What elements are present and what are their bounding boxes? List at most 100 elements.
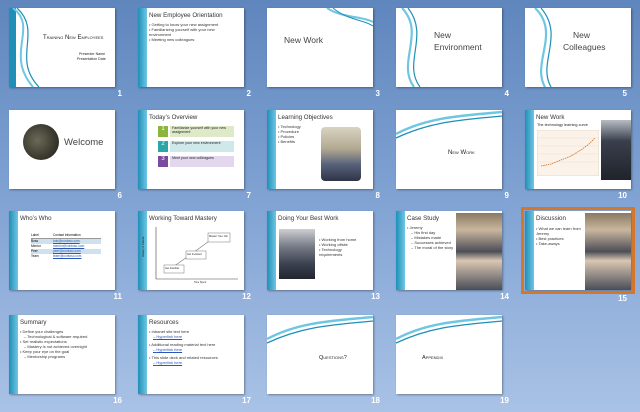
slide-thumbnail-10[interactable]: New Work The technology learning curve [525, 110, 631, 189]
step-box: 2 [158, 141, 168, 152]
slide-thumbnail-15[interactable]: Discussion What we can learn from Jeremy… [521, 207, 635, 294]
bullet-item: Mentorship programs [20, 354, 87, 359]
bullet-list: Working from home Working offsite Techno… [319, 237, 365, 257]
slide-title: Discussion [536, 215, 566, 222]
teal-side-stripe [267, 110, 276, 189]
slide-thumbnail-2[interactable]: New Employee Orientation Getting to know… [138, 8, 244, 87]
slide-number: 10 [618, 191, 627, 200]
bullet-item: Meeting new colleagues [149, 37, 233, 42]
slide-title: Welcome [64, 137, 104, 148]
slide-thumbnail-18[interactable]: Questions? [267, 315, 373, 394]
slide-number: 3 [375, 89, 380, 98]
teal-side-stripe [138, 8, 147, 87]
blue-swoosh-graphic [396, 315, 502, 344]
slide-number: 12 [242, 292, 251, 301]
slide-number: 14 [500, 292, 509, 301]
learning-curve-chart [537, 130, 599, 176]
teal-side-stripe [267, 211, 276, 290]
bullet-list: Define your challenges Technological & s… [20, 329, 88, 359]
slide-thumbnail-3[interactable]: New Work [267, 8, 373, 87]
slide-number: 8 [375, 191, 380, 200]
slide-title: Training New Employees [43, 35, 104, 41]
slide-number: 16 [113, 396, 122, 405]
slide-number: 4 [504, 89, 509, 98]
chart-caption: The technology learning curve [537, 123, 588, 127]
slide-title: Who’s Who [20, 215, 52, 222]
slide-number: 2 [246, 89, 251, 98]
slide-thumbnail-4[interactable]: New Environment [396, 8, 502, 87]
table-cell: Team [31, 254, 39, 258]
slide-thumbnail-6[interactable]: Welcome [9, 110, 115, 189]
step-text: Explore your new environment [170, 141, 234, 152]
bullet-list: Technology Procedure Policies Benefits [278, 124, 301, 144]
slide-title-line: Colleagues [563, 42, 606, 52]
slide-number: 1 [117, 89, 122, 98]
bullet-item: What we can learn from Jeremy [536, 226, 582, 236]
hyperlink-item[interactable]: Hyperlink here [149, 360, 218, 365]
slide-thumbnail-13[interactable]: Doing Your Best Work Working from home W… [267, 211, 373, 290]
slide-thumbnail-7[interactable]: Today’s Overview 1 Familiarize yourself … [138, 110, 244, 189]
bullet-item: Familiarizing yourself with your new env… [149, 27, 233, 37]
jeremy-photo [456, 213, 502, 290]
slide-thumbnail-16[interactable]: Summary Define your challenges Technolog… [9, 315, 115, 394]
bullet-item: The moral of the story [407, 245, 453, 250]
axis-label-x: Time Spent [194, 281, 207, 284]
slide-number: 9 [504, 191, 509, 200]
blue-swoosh-graphic [326, 8, 373, 27]
contacts-table: Label Contact information Boss bob@contos… [31, 233, 101, 259]
blue-swoosh-graphic [9, 8, 40, 87]
colleagues-photo [321, 127, 361, 181]
slide-subtitle-line: Presenter Name [79, 52, 106, 56]
table-header-cell: Contact information [53, 233, 81, 237]
slide-title: Questions? [319, 355, 347, 361]
welcome-photo-circle [23, 124, 59, 160]
slide-thumbnail-8[interactable]: Learning Objectives Technology Procedure… [267, 110, 373, 189]
bullet-list: Getting to know your new assignment Fami… [149, 22, 233, 42]
slide-title: New Work [284, 35, 324, 45]
slide-title-line: New [573, 30, 591, 40]
slide-number: 7 [246, 191, 251, 200]
bullet-item: Benefits [278, 139, 301, 144]
diagram-box-label: Get Involved [187, 253, 202, 256]
slide-title: Case Study [407, 215, 439, 222]
teal-side-stripe [138, 110, 147, 189]
slide-title: New Work [448, 150, 475, 156]
teal-side-stripe [396, 211, 405, 290]
laptop-worker-photo [279, 229, 315, 279]
slide-title: Resources [149, 319, 179, 326]
diagram-box-label: Get Familiar [165, 267, 180, 270]
bullet-item: Technology requirements [319, 247, 365, 257]
step-box: 3 [158, 156, 168, 167]
axis-label-y: Mastery of Material [142, 236, 145, 257]
slide-thumbnail-5[interactable]: New Colleagues [525, 8, 631, 87]
slide-thumbnail-1[interactable]: Training New Employees Presenter Name Pr… [9, 8, 115, 87]
person-photo [601, 120, 631, 180]
slide-thumbnail-12[interactable]: Working Toward Mastery Get Familiar Get … [138, 211, 244, 290]
slide-title: Learning Objectives [278, 114, 333, 121]
slide-number: 11 [113, 292, 122, 301]
diagram-box-label: Master Your Job [209, 235, 228, 238]
slide-thumbnail-11[interactable]: Who’s Who Label Contact information Boss… [9, 211, 115, 290]
step-text: Meet your new colleagues [170, 156, 234, 167]
slide-thumbnail-14[interactable]: Case Study Jeremy His first day Mistakes… [396, 211, 502, 290]
slide-number: 18 [371, 396, 380, 405]
table-row: Team team@contoso.com [31, 254, 101, 259]
slide-title: Today’s Overview [149, 114, 198, 121]
bullet-list: Intranet site text here Hyperlink here A… [149, 329, 218, 365]
teal-side-stripe [525, 211, 534, 290]
teal-side-stripe [525, 110, 534, 189]
teal-side-stripe [138, 315, 147, 394]
teal-side-stripe [9, 315, 18, 394]
hyperlink-item[interactable]: Hyperlink here [149, 347, 218, 352]
hyperlink-item[interactable]: Hyperlink here [149, 334, 218, 339]
teal-side-stripe [9, 211, 18, 290]
table-header-cell: Label [31, 233, 39, 237]
table-cell-link[interactable]: team@contoso.com [53, 254, 81, 259]
slide-thumbnail-19[interactable]: Appendix [396, 315, 502, 394]
slide-title: New Work [536, 114, 565, 121]
slide-number: 19 [500, 396, 509, 405]
slide-thumbnail-9[interactable]: New Work [396, 110, 502, 189]
slide-number: 13 [371, 292, 380, 301]
slide-thumbnail-17[interactable]: Resources Intranet site text here Hyperl… [138, 315, 244, 394]
slide-title: New Employee Orientation [149, 12, 223, 19]
